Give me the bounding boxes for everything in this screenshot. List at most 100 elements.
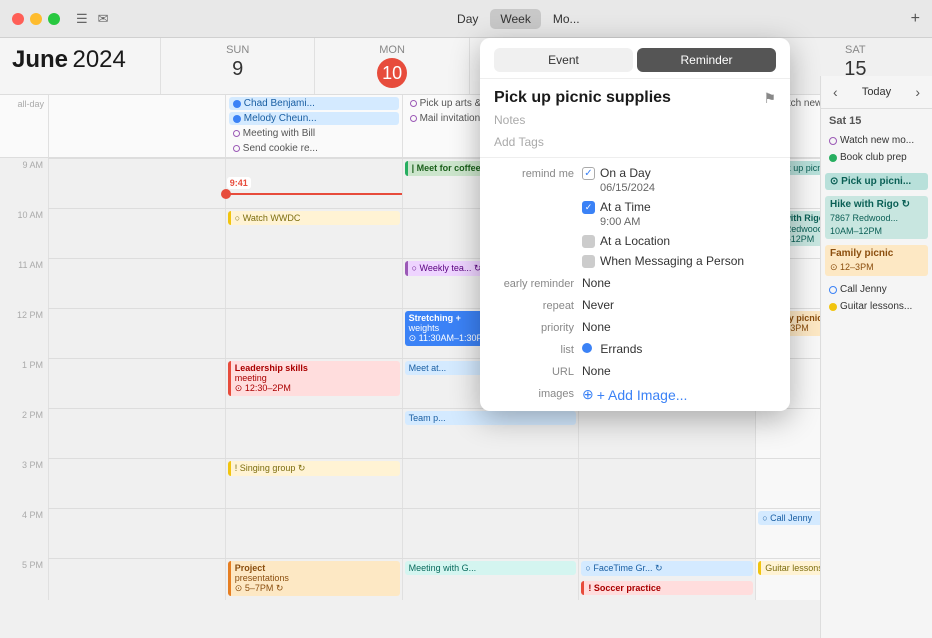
cell-sun-12[interactable]	[48, 309, 225, 358]
priority-row: priority None	[494, 320, 776, 334]
tab-month[interactable]: Mo...	[543, 9, 590, 29]
popup-notes[interactable]: Notes	[480, 111, 790, 133]
at-a-time-checkbox[interactable]: ✓	[582, 201, 595, 214]
cell-wed-4[interactable]	[578, 509, 755, 558]
event-singing-group[interactable]: ! Singing group ↻	[228, 461, 400, 476]
cell-tue-4[interactable]	[402, 509, 579, 558]
time-label-10am: 10 AM	[0, 208, 48, 258]
cell-mon-1[interactable]: Leadership skills meeting ⊙ 12:30–2PM	[225, 359, 402, 408]
event-watch-wwdc[interactable]: ○ Watch WWDC	[228, 211, 400, 225]
cell-sun-10[interactable]	[48, 209, 225, 258]
cell-mon-9[interactable]: 9:41	[225, 159, 402, 208]
event-melody[interactable]: Melody Cheun...	[229, 112, 399, 125]
on-a-day-date[interactable]: 06/15/2024	[582, 182, 744, 194]
sidebar-event-watch-new[interactable]: Watch new mo...	[825, 133, 928, 148]
tab-day[interactable]: Day	[447, 9, 488, 29]
cell-sun-4[interactable]	[48, 509, 225, 558]
remind-me-label: remind me	[494, 166, 574, 180]
sidebar-event-family-picnic[interactable]: Family picnic ⊙ 12–3PM	[825, 245, 928, 276]
today-button[interactable]: Today	[862, 86, 891, 98]
event-soccer[interactable]: ! Soccer practice	[581, 581, 753, 595]
cell-tue-3[interactable]	[402, 459, 579, 508]
popup-tab-event[interactable]: Event	[494, 48, 633, 72]
cell-sun-1[interactable]	[48, 359, 225, 408]
cell-sun-5[interactable]	[48, 559, 225, 600]
at-a-location-row: At a Location	[582, 234, 744, 248]
url-value[interactable]: None	[582, 364, 611, 378]
time-row-12pm: 12 PM Stretching + weights ⊙ 11:30AM–1:3…	[0, 308, 932, 358]
event-facetime[interactable]: ○ FaceTime Gr... ↻	[581, 561, 753, 576]
cell-tue-5[interactable]: Meeting with G...	[402, 559, 579, 600]
when-messaging-checkbox[interactable]	[582, 255, 595, 268]
mail-icon[interactable]: ✉	[98, 11, 109, 27]
time-row-2pm: 2 PM Team p...	[0, 408, 932, 458]
all-day-cell-sun	[48, 95, 225, 157]
event-leadership[interactable]: Leadership skills meeting ⊙ 12:30–2PM	[228, 361, 400, 396]
flag-button[interactable]: ⚑	[763, 90, 776, 107]
event-send-cookie[interactable]: Send cookie re...	[229, 142, 399, 155]
event-project-presentations[interactable]: Project presentations ⊙ 5–7PM ↻	[228, 561, 400, 596]
cell-wed-3[interactable]	[578, 459, 755, 508]
minimize-button[interactable]	[30, 13, 42, 25]
popup-add-tags[interactable]: Add Tags	[480, 133, 790, 157]
event-team[interactable]: Team p...	[405, 411, 577, 425]
at-a-location-label: At a Location	[600, 234, 670, 248]
right-sidebar: ‹ Today › Sat 15 Watch new mo... Book cl…	[820, 76, 932, 638]
title-bar: ☰ ✉ Day Week Mo... +	[0, 0, 932, 38]
cell-sun-11[interactable]	[48, 259, 225, 308]
cell-wed-2[interactable]	[578, 409, 755, 458]
early-reminder-value[interactable]: None	[582, 276, 611, 290]
sidebar-event-hike[interactable]: Hike with Rigo ↻ 7867 Redwood... 10AM–12…	[825, 196, 928, 239]
cell-mon-5[interactable]: Project presentations ⊙ 5–7PM ↻	[225, 559, 402, 600]
cell-mon-11[interactable]	[225, 259, 402, 308]
priority-value[interactable]: None	[582, 320, 611, 334]
cell-sun-2[interactable]	[48, 409, 225, 458]
next-button[interactable]: ›	[911, 82, 924, 102]
calendar-main: June 2024 SUN 9 MON 10 TUE 11 WED	[0, 38, 932, 600]
cell-mon-2[interactable]	[225, 409, 402, 458]
sidebar-event-pickup-picnic[interactable]: ⊙ Pick up picni...	[825, 173, 928, 190]
repeat-row: repeat Never	[494, 298, 776, 312]
sidebar-events-list: Watch new mo... Book club prep ⊙ Pick up…	[821, 129, 932, 638]
when-messaging-row: When Messaging a Person	[582, 254, 744, 268]
event-meeting-g[interactable]: Meeting with G...	[405, 561, 577, 575]
event-meeting-bill[interactable]: Meeting with Bill	[229, 127, 399, 140]
at-a-location-checkbox[interactable]	[582, 235, 595, 248]
time-label-2pm: 2 PM	[0, 408, 48, 458]
close-button[interactable]	[12, 13, 24, 25]
cell-mon-12[interactable]	[225, 309, 402, 358]
cell-tue-2[interactable]: Team p...	[402, 409, 579, 458]
event-chad[interactable]: Chad Benjami...	[229, 97, 399, 110]
list-value[interactable]: Errands	[582, 342, 642, 356]
cell-wed-5[interactable]: ○ FaceTime Gr... ↻ ! Soccer practice	[578, 559, 755, 600]
time-row-1pm: 1 PM Leadership skills meeting ⊙ 12:30–2…	[0, 358, 932, 408]
on-a-day-checkbox[interactable]: ✓	[582, 167, 595, 180]
time-label-9am: 9 AM	[0, 158, 48, 208]
calendar-header: June 2024 SUN 9 MON 10 TUE 11 WED	[0, 38, 932, 95]
at-a-time-value[interactable]: 9:00 AM	[582, 216, 744, 228]
time-row-9am: 9 AM 9:41	[0, 158, 932, 208]
time-label-5pm: 5 PM	[0, 558, 48, 600]
cell-sun-9[interactable]	[48, 159, 225, 209]
sidebar-event-book-club[interactable]: Book club prep	[825, 150, 928, 165]
time-row-4pm: 4 PM ○ Call Jenny	[0, 508, 932, 558]
year-label: 2024	[72, 46, 125, 73]
sidebar-event-guitar[interactable]: Guitar lessons...	[825, 299, 928, 314]
calendar-grid: June 2024 SUN 9 MON 10 TUE 11 WED	[0, 38, 932, 600]
tab-week[interactable]: Week	[490, 9, 540, 29]
cell-mon-4[interactable]	[225, 509, 402, 558]
cell-mon-10[interactable]: ○ Watch WWDC	[225, 209, 402, 258]
prev-button[interactable]: ‹	[829, 82, 842, 102]
add-image-button[interactable]: ⊕ + Add Image...	[582, 386, 687, 403]
cell-sun-3[interactable]	[48, 459, 225, 508]
sidebar-icon[interactable]: ☰	[76, 11, 88, 27]
add-event-button[interactable]: +	[911, 10, 920, 28]
at-a-time-label: At a Time	[600, 200, 651, 214]
popup-tab-reminder[interactable]: Reminder	[637, 48, 776, 72]
at-a-time-row: ✓ At a Time	[582, 200, 744, 214]
zoom-button[interactable]	[48, 13, 60, 25]
cell-mon-3[interactable]: ! Singing group ↻	[225, 459, 402, 508]
repeat-value[interactable]: Never	[582, 298, 614, 312]
sidebar-event-call-jenny[interactable]: Call Jenny	[825, 282, 928, 297]
time-label-11am: 11 AM	[0, 258, 48, 308]
